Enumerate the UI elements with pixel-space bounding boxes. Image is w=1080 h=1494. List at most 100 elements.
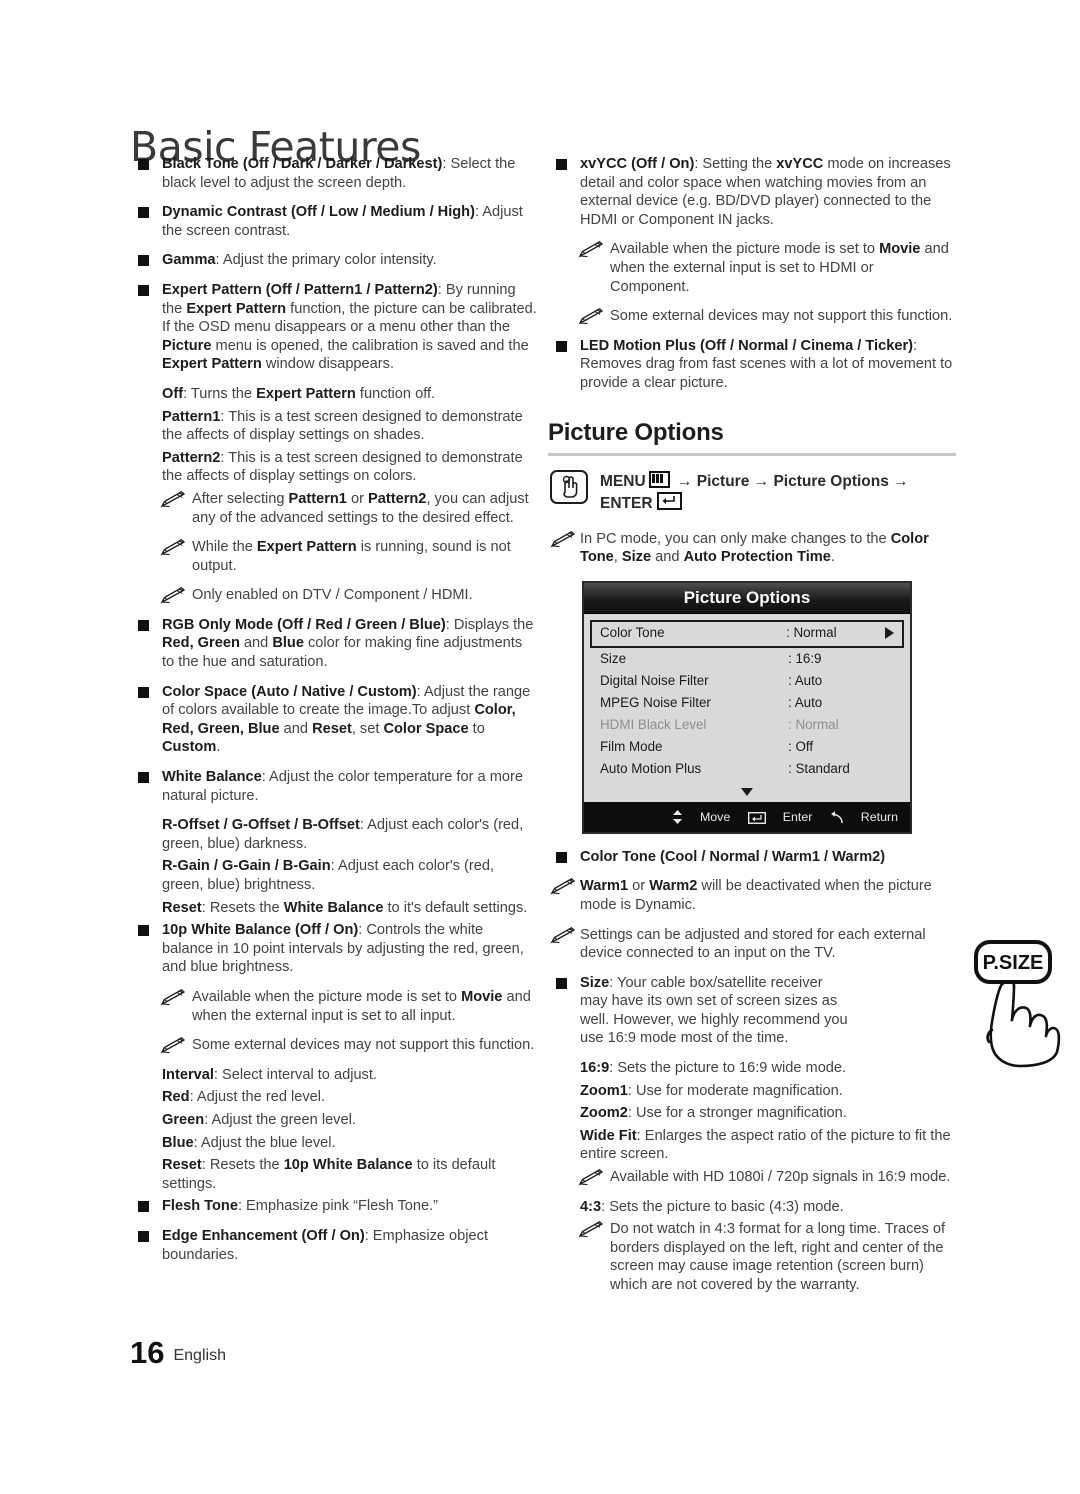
sub-paragraph: Blue: Adjust the blue level. [130,1134,538,1153]
section-picture-options: Picture Options [548,419,956,456]
sub-paragraph-text: Off: Turns the Expert Pattern function o… [162,385,436,402]
osd-row-value: : Auto [788,672,823,688]
osd-row-size[interactable]: Size: 16:9 [592,648,902,670]
sub-paragraph: Zoom2: Use for a stronger magnification. [548,1104,956,1123]
menu-label: MENU [600,473,646,491]
bullet-item: Gamma: Adjust the primary color intensit… [130,251,538,270]
sub-paragraph: Green: Adjust the green level. [130,1111,538,1130]
sub-paragraph: Wide Fit: Enlarges the aspect ratio of t… [548,1127,956,1164]
pc-mode-note: In PC mode, you can only make changes to… [548,530,956,567]
note-item: Available when the picture mode is set t… [548,240,956,296]
sub-paragraph: Pattern2: This is a test screen designed… [130,449,538,486]
right-triangle-icon[interactable] [885,626,894,639]
bullet-item-text: LED Motion Plus (Off / Normal / Cinema /… [580,337,953,391]
enter-icon [656,492,682,511]
page-number: 16 [130,1335,165,1370]
osd-row-label: Auto Motion Plus [600,760,702,776]
osd-hint-return-label: Return [860,809,898,824]
sub-paragraph: Zoom1: Use for moderate magnification. [548,1082,848,1101]
pencil-note-icon [578,308,604,325]
sub-paragraph-text: 16:9: Sets the picture to 16:9 wide mode… [580,1060,847,1077]
psize-remote-button-illustration: P.SIZE [958,938,1080,1068]
osd-row-mpeg-noise-filter[interactable]: MPEG Noise Filter : Auto [592,692,902,714]
section-heading: Picture Options [548,418,724,446]
note-item: While the Expert Pattern is running, sou… [130,538,538,575]
menu-path: MENU → Picture → Picture Options → ENTER [548,470,956,514]
pencil-note-icon [550,926,576,944]
bullet-item-text: White Balance: Adjust the color temperat… [162,769,523,804]
bullet-item: Edge Enhancement (Off / On): Emphasize o… [130,1227,538,1264]
pencil-note-icon [550,878,576,895]
pencil-note-icon [160,490,186,508]
sub-paragraph: 16:9: Sets the picture to 16:9 wide mode… [548,1059,848,1078]
sub-paragraph-text: Reset: Resets the 10p White Balance to i… [162,1157,496,1192]
bullet-item-text: Color Tone (Cool / Normal / Warm1 / Warm… [580,848,886,865]
pencil-note-icon [550,530,576,548]
sub-paragraph-text: 4:3: Sets the picture to basic (4:3) mod… [580,1198,844,1215]
right-column-top-blocks: xvYCC (Off / On): Setting the xvYCC mode… [548,155,956,393]
osd-row-value: : Auto [788,694,823,710]
bullet-item: Color Space (Auto / Native / Custom): Ad… [130,683,538,757]
note-item-text: After selecting Pattern1 or Pattern2, yo… [192,490,529,526]
manual-page: Basic Features Black Tone (Off / Dark / … [0,0,1080,1494]
osd-footer-hints: Move Enter Return [584,801,910,832]
bullet-item-text: 10p White Balance (Off / On): Controls t… [162,922,524,976]
sub-paragraph: Off: Turns the Expert Pattern function o… [130,385,538,404]
sub-paragraph-text: Red: Adjust the red level. [162,1089,326,1106]
bullet-item: Expert Pattern (Off / Pattern1 / Pattern… [130,281,538,374]
sub-paragraph: R-Offset / G-Offset / B-Offset: Adjust e… [130,816,538,853]
osd-row-label: Color Tone [600,624,665,640]
bullet-item: xvYCC (Off / On): Setting the xvYCC mode… [548,155,956,229]
sub-paragraph-text: Wide Fit: Enlarges the aspect ratio of t… [580,1127,951,1163]
osd-row-label: Film Mode [600,738,663,754]
bullet-item: Dynamic Contrast (Off / Low / Medium / H… [130,203,538,240]
enter-label: ENTER [600,495,653,513]
bullet-item: LED Motion Plus (Off / Normal / Cinema /… [548,337,956,393]
section-rule [548,452,956,456]
osd-row-label: MPEG Noise Filter [600,694,711,710]
osd-row-digital-noise-filter[interactable]: Digital Noise Filter : Auto [592,670,902,692]
osd-hint-return: Return [830,810,898,824]
osd-hint-move: Move [672,809,734,824]
note-item-text: Available with HD 1080i / 720p signals i… [610,1169,951,1186]
osd-row-film-mode[interactable]: Film Mode : Off [592,736,902,758]
pencil-note-icon [578,1221,604,1238]
note-item-text: Settings can be adjusted and stored for … [580,926,926,962]
osd-row-label: Size [600,650,627,666]
bullet-item: RGB Only Mode (Off / Red / Green / Blue)… [130,616,538,672]
pencil-note-icon [578,241,604,258]
bullet-item: Flesh Tone: Emphasize pink “Flesh Tone.” [130,1197,538,1216]
psize-label: P.SIZE [983,952,1044,974]
sub-paragraph: R-Gain / G-Gain / B-Gain: Adjust each co… [130,857,538,894]
sub-paragraph: Reset: Resets the White Balance to it's … [130,899,538,918]
osd-hint-enter-label: Enter [782,809,813,824]
sub-paragraph: Pattern1: This is a test screen designed… [130,408,538,445]
bullet-item: 10p White Balance (Off / On): Controls t… [130,921,538,977]
note-item: After selecting Pattern1 or Pattern2, yo… [130,490,538,527]
osd-row-label: Digital Noise Filter [600,672,709,688]
note-item: Some external devices may not support th… [548,307,956,326]
bullet-item: Color Tone (Cool / Normal / Warm1 / Warm… [548,848,956,867]
bullet-item-text: Edge Enhancement (Off / On): Emphasize o… [162,1227,489,1263]
bullet-item-text: Gamma: Adjust the primary color intensit… [162,252,437,269]
path-arrow-3: → [893,473,909,491]
note-item: Some external devices may not support th… [130,1036,538,1055]
path-arrow-2: → [753,473,770,491]
osd-row-hdmi-black-level: HDMI Black Level: Normal [592,714,902,736]
osd-scroll-down-indicator[interactable] [584,782,910,802]
osd-row-auto-motion-plus[interactable]: Auto Motion Plus: Standard [592,758,902,780]
sub-paragraph-text: Zoom2: Use for a stronger magnification. [580,1105,847,1122]
bullet-item-text: xvYCC (Off / On): Setting the xvYCC mode… [580,156,951,228]
note-item-text: Some external devices may not support th… [610,308,953,325]
osd-hint-move-label: Move [699,809,731,824]
osd-row-color-tone[interactable]: Color Tone: Normal [590,619,904,648]
osd-row-value: : Off [788,738,814,754]
note-item-text: While the Expert Pattern is running, sou… [192,539,511,574]
note-item: Available when the picture mode is set t… [130,988,538,1025]
sub-paragraph: Reset: Resets the 10p White Balance to i… [130,1156,538,1193]
pencil-note-icon [160,539,186,556]
bullet-item-text: Color Space (Auto / Native / Custom): Ad… [162,683,531,756]
osd-row-label: HDMI Black Level [600,716,707,732]
pencil-note-icon [160,988,186,1006]
sub-paragraph: 4:3: Sets the picture to basic (4:3) mod… [548,1198,956,1217]
